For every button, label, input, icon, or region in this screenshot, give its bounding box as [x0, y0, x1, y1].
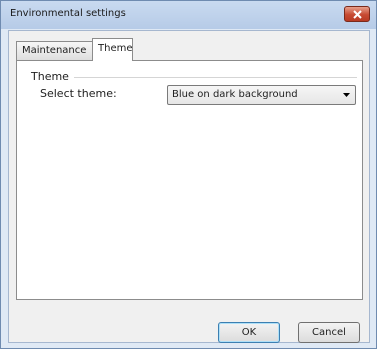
theme-select[interactable]: Blue on dark background: [167, 85, 356, 105]
dialog-body: Maintenance Theme Theme Select theme: Bl…: [8, 30, 370, 343]
dropdown-arrow-icon: [343, 93, 350, 97]
window-title: Environmental settings: [10, 8, 126, 19]
close-button[interactable]: [344, 6, 370, 22]
ok-button[interactable]: OK: [218, 322, 280, 343]
settings-window: Environmental settings Maintenance Theme…: [0, 0, 377, 349]
title-bar[interactable]: Environmental settings: [1, 1, 376, 29]
select-theme-label: Select theme:: [40, 87, 117, 100]
tab-maintenance[interactable]: Maintenance: [16, 41, 93, 60]
tab-theme[interactable]: Theme: [92, 38, 133, 61]
theme-group-label: Theme: [31, 70, 69, 83]
close-icon: [353, 10, 362, 19]
theme-tab-panel: Theme Select theme: Blue on dark backgro…: [16, 60, 363, 300]
cancel-button[interactable]: Cancel: [298, 322, 360, 343]
theme-select-value: Blue on dark background: [172, 89, 298, 100]
group-divider: [74, 77, 357, 78]
